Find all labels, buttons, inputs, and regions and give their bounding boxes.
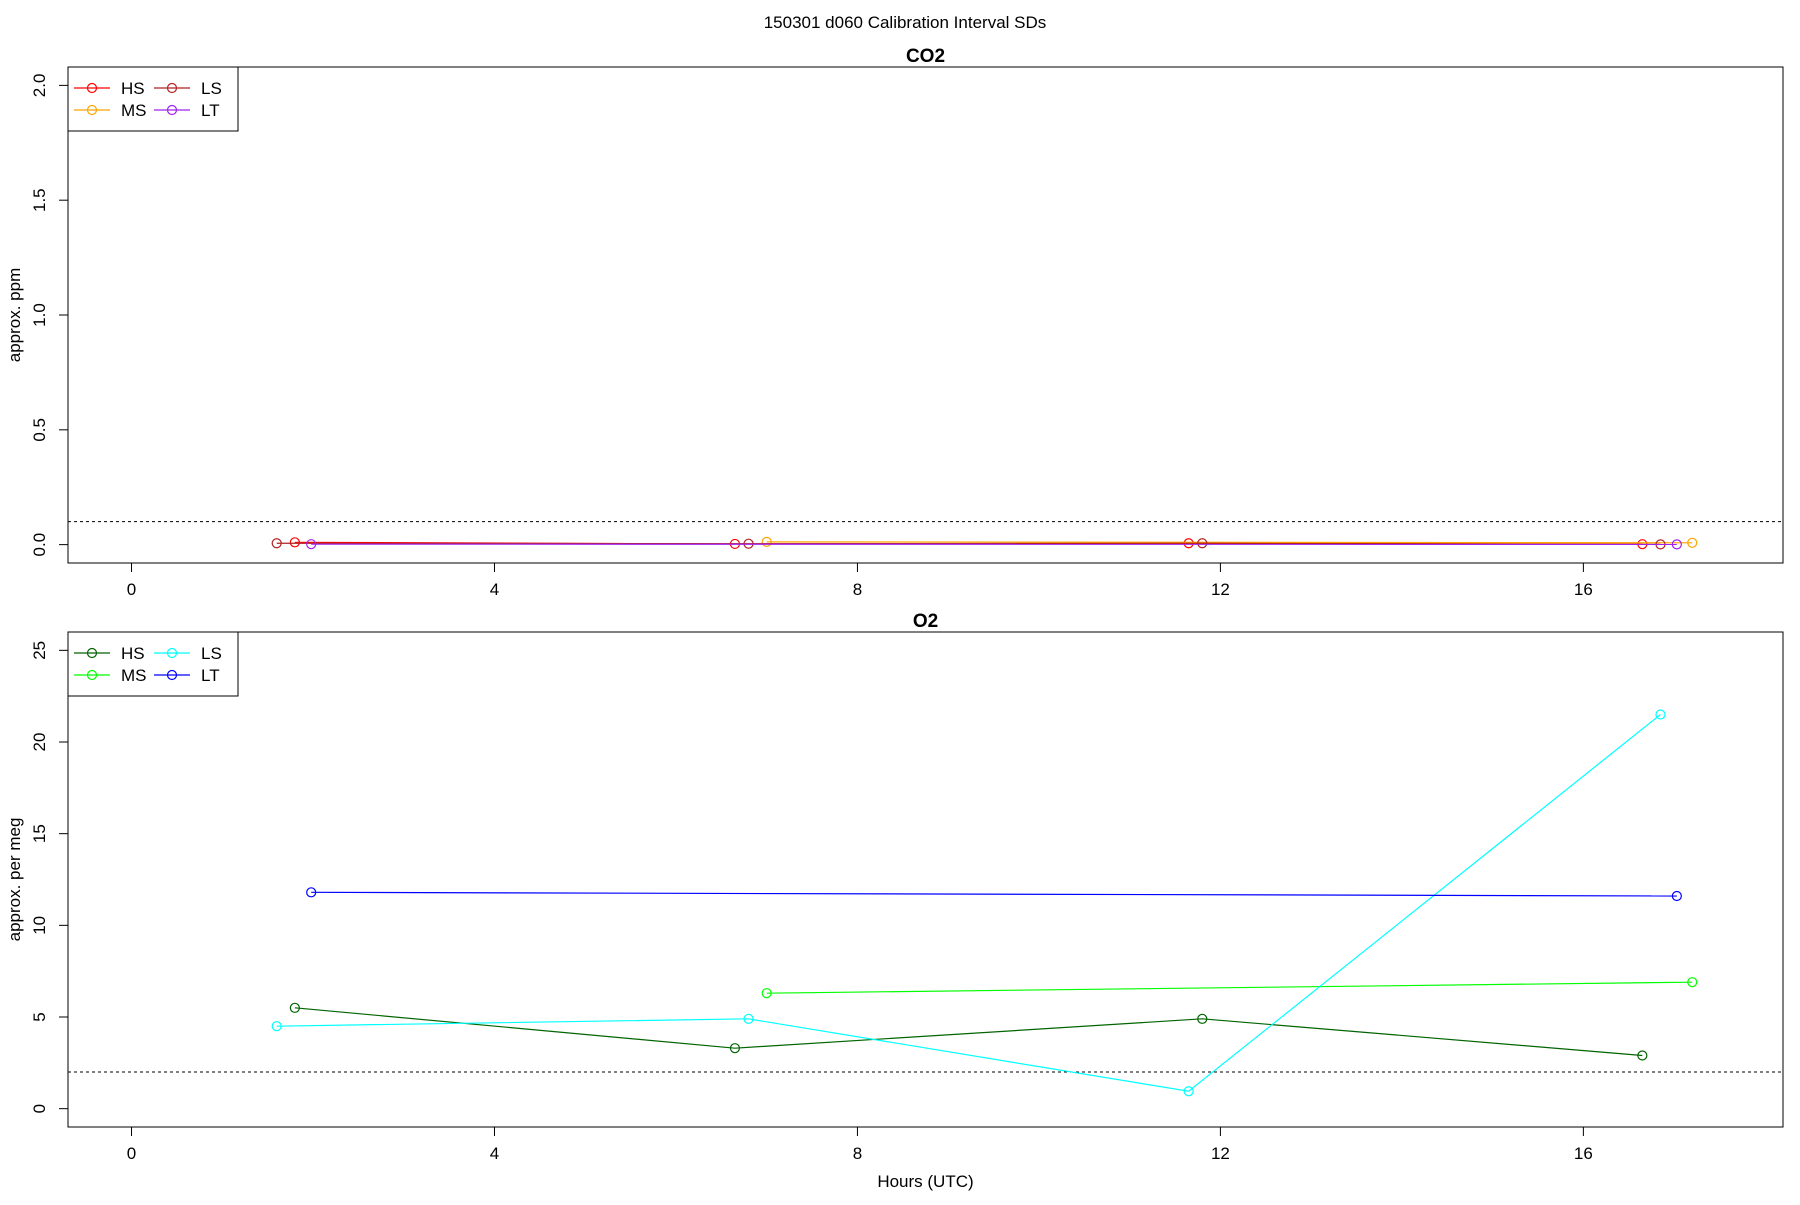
legend-box (68, 67, 238, 131)
x-tick-label: 16 (1574, 1144, 1593, 1163)
y-tick-label: 10 (30, 916, 49, 935)
series-ms (762, 537, 1697, 547)
chart-svg: 150301 d060 Calibration Interval SDs CO2… (0, 0, 1800, 1200)
plot-frame (68, 632, 1783, 1127)
x-tick-label: 12 (1211, 580, 1230, 599)
x-tick-label: 16 (1574, 580, 1593, 599)
x-tick-label: 4 (490, 1144, 499, 1163)
series-line (311, 892, 1677, 896)
y-tick-label: 0.0 (30, 533, 49, 557)
y-tick-label: 20 (30, 733, 49, 752)
plot-frame (68, 67, 1783, 563)
panel-title: O2 (913, 611, 938, 632)
y-tick-label: 25 (30, 641, 49, 660)
legend-label: HS (121, 644, 145, 663)
y-tick-label: 1.5 (30, 188, 49, 212)
legend-label: LT (201, 101, 220, 120)
legend-label: LT (201, 666, 220, 685)
series-lt (307, 540, 1682, 549)
x-tick-label: 12 (1211, 1144, 1230, 1163)
x-tick-label: 0 (127, 1144, 136, 1163)
panel-co2: CO2 0 4 8 12 16 0.0 0.5 1.0 1.5 2.0 approx. ppm HS MS… (5, 46, 1783, 599)
panel-title: CO2 (906, 46, 945, 67)
y-tick-label: 5 (30, 1012, 49, 1021)
figure-suptitle: 150301 d060 Calibration Interval SDs (764, 13, 1047, 32)
series-hs (290, 1003, 1647, 1060)
legend-label: MS (121, 666, 147, 685)
series-line (295, 1008, 1643, 1056)
legend-label: LS (201, 79, 222, 98)
x-tick-label: 4 (490, 580, 499, 599)
panel-o2: O2 0 4 8 12 16 0 5 10 15 20 25 approx. per meg Hours … (5, 611, 1783, 1191)
series-lt (307, 888, 1682, 901)
series-ls (272, 710, 1665, 1096)
series-line (767, 542, 1693, 543)
y-tick-label: 2.0 (30, 74, 49, 98)
series-line (767, 982, 1693, 993)
legend-label: HS (121, 79, 145, 98)
y-tick-label: 0.5 (30, 418, 49, 442)
x-tick-label: 0 (127, 580, 136, 599)
legend-box (68, 632, 238, 696)
figure: 150301 d060 Calibration Interval SDs CO2… (0, 0, 1800, 1200)
legend-label: MS (121, 101, 147, 120)
x-tick-label: 8 (853, 1144, 862, 1163)
series-ms (762, 978, 1697, 998)
legend-label: LS (201, 644, 222, 663)
y-axis-label: approx. per meg (5, 818, 24, 942)
x-tick-label: 8 (853, 580, 862, 599)
y-tick-label: 15 (30, 824, 49, 843)
y-tick-label: 1.0 (30, 303, 49, 327)
y-axis-label: approx. ppm (5, 268, 24, 363)
y-tick-label: 0 (30, 1104, 49, 1113)
series-line (277, 715, 1661, 1092)
x-axis-label: Hours (UTC) (877, 1172, 973, 1191)
